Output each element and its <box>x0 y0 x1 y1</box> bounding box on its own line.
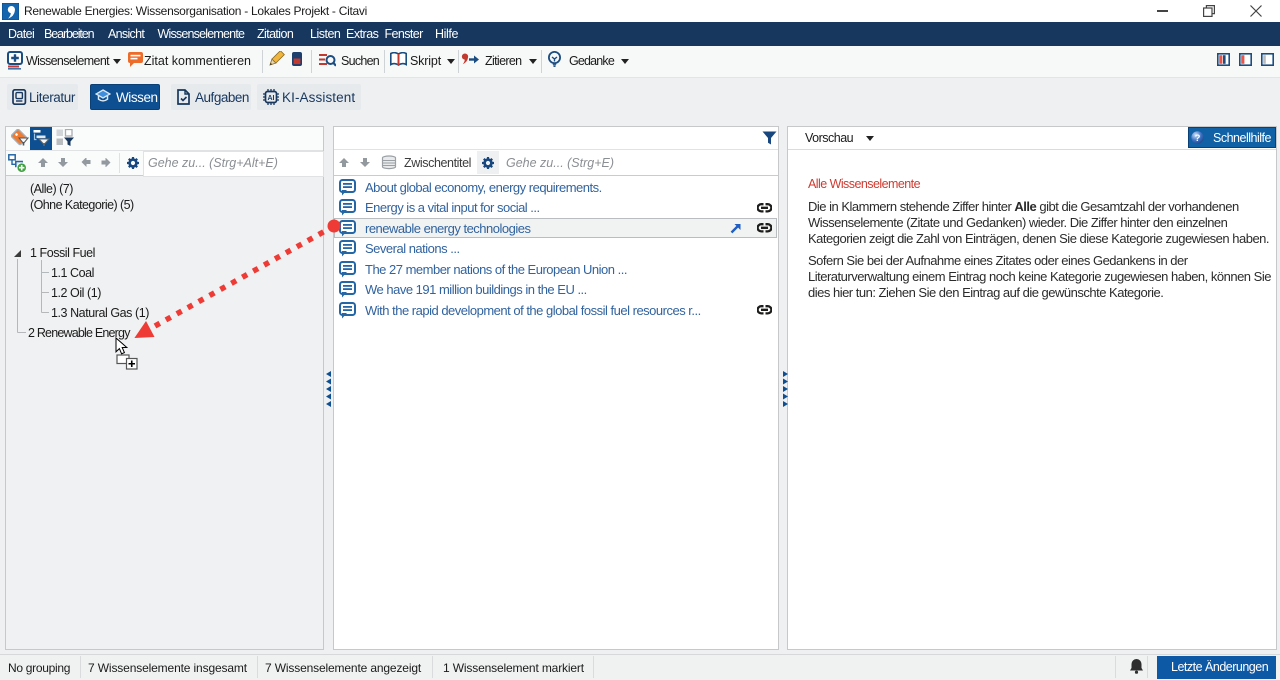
svg-text:?: ? <box>1195 133 1201 144</box>
